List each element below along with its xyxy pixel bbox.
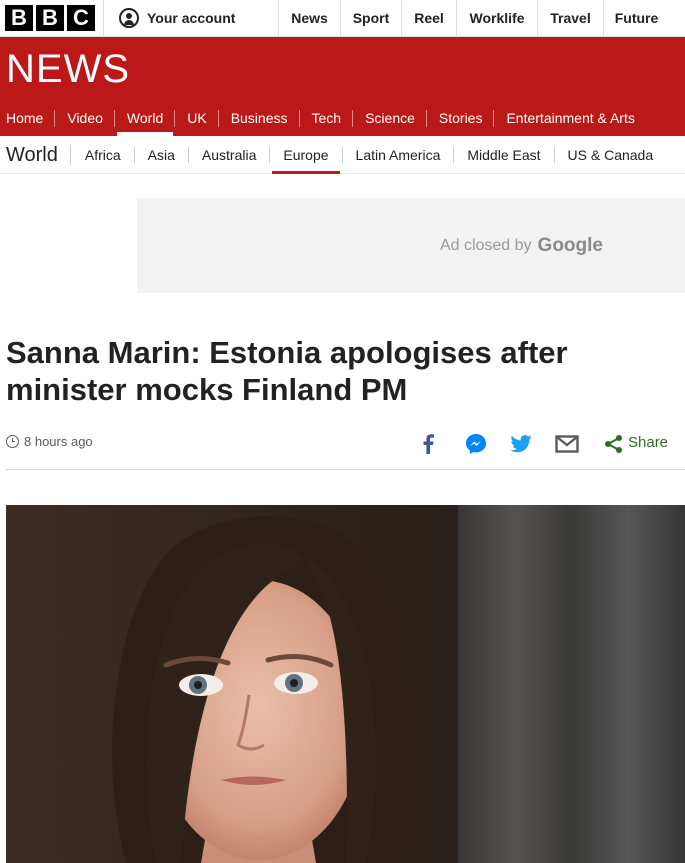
subnav-item-australia[interactable]: Australia xyxy=(189,146,271,163)
ad-placeholder: Ad closed by Google xyxy=(137,198,685,293)
nav-item-tech[interactable]: Tech xyxy=(300,101,354,136)
article-meta-row: 8 hours ago Share xyxy=(6,430,685,470)
messenger-icon[interactable] xyxy=(464,432,488,456)
news-brand-band: NEWS xyxy=(0,37,685,101)
toplink-future[interactable]: Future xyxy=(604,0,669,36)
twitter-icon[interactable] xyxy=(509,432,533,456)
nav-item-science[interactable]: Science xyxy=(353,101,427,136)
share-tools: Share xyxy=(6,430,685,460)
subnav-item-us-canada[interactable]: US & Canada xyxy=(555,147,667,163)
share-icon[interactable] xyxy=(602,432,626,456)
bbc-logo-letter: B xyxy=(5,5,33,31)
bbc-logo[interactable]: B B C xyxy=(0,0,104,36)
subnav-item-asia[interactable]: Asia xyxy=(135,146,189,163)
email-icon[interactable] xyxy=(555,432,579,456)
nav-item-home[interactable]: Home xyxy=(0,101,56,136)
nav-item-stories[interactable]: Stories xyxy=(427,101,495,136)
bbc-logo-letter: B xyxy=(36,5,64,31)
main-nav: Home Video World UK Business Tech Scienc… xyxy=(0,101,685,136)
nav-item-uk[interactable]: UK xyxy=(175,101,220,136)
toplink-reel[interactable]: Reel xyxy=(402,0,457,36)
top-bar: B B C Your account News Sport Reel Workl… xyxy=(0,0,685,37)
facebook-icon[interactable] xyxy=(416,432,440,456)
toplink-news[interactable]: News xyxy=(279,0,341,36)
account-link[interactable]: Your account xyxy=(104,0,279,36)
subnav-item-europe[interactable]: Europe xyxy=(270,146,343,174)
nav-item-business[interactable]: Business xyxy=(219,101,300,136)
article-headline: Sanna Marin: Estonia apologises after mi… xyxy=(6,335,568,407)
section-title[interactable]: World xyxy=(0,144,71,165)
news-logo[interactable]: NEWS xyxy=(6,47,130,91)
section-sub-nav: World Africa Asia Australia Europe Latin… xyxy=(0,136,685,174)
article-photo xyxy=(6,505,685,863)
ad-google-brand: Google xyxy=(537,234,603,256)
account-icon xyxy=(119,8,139,28)
nav-item-world[interactable]: World xyxy=(115,101,176,136)
share-button-label[interactable]: Share xyxy=(628,434,668,451)
top-links: News Sport Reel Worklife Travel Future xyxy=(279,0,669,36)
nav-item-entertainment-arts[interactable]: Entertainment & Arts xyxy=(494,101,646,136)
subnav-item-latin-america[interactable]: Latin America xyxy=(343,146,455,163)
nav-item-video[interactable]: Video xyxy=(55,101,115,136)
subnav-item-middle-east[interactable]: Middle East xyxy=(454,146,555,163)
toplink-worklife[interactable]: Worklife xyxy=(457,0,538,36)
ad-closed-text: Ad closed by xyxy=(439,236,532,254)
toplink-sport[interactable]: Sport xyxy=(341,0,402,36)
bbc-logo-letter: C xyxy=(67,5,95,31)
toplink-travel[interactable]: Travel xyxy=(538,0,604,36)
account-label: Your account xyxy=(147,10,236,26)
subnav-item-africa[interactable]: Africa xyxy=(72,146,135,163)
